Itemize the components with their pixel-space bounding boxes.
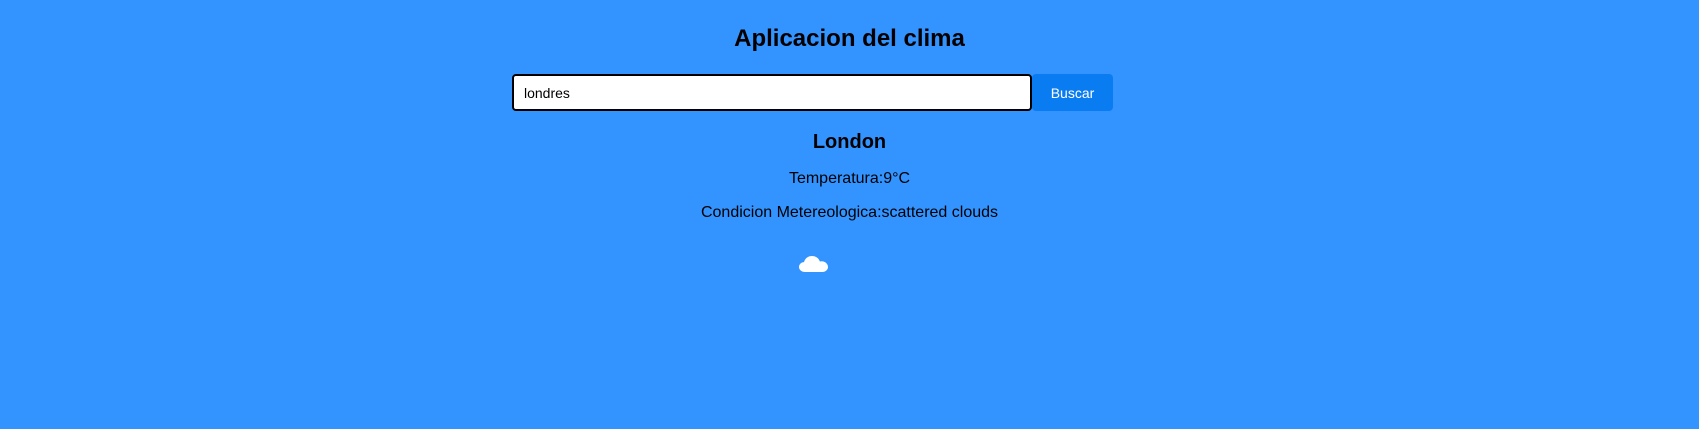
search-input[interactable] [512,74,1032,111]
temperature-text: Temperatura:9°C [788,170,911,187]
search-bar: Buscar [512,74,1113,111]
page-title: Aplicacion del clima [734,25,965,52]
city-name: London [812,131,887,153]
cloud-shape [799,256,828,272]
weather-condition-text: Condicion Metereologica:scattered clouds [700,204,999,221]
cloud-icon [799,256,828,272]
search-button[interactable]: Buscar [1032,74,1113,111]
